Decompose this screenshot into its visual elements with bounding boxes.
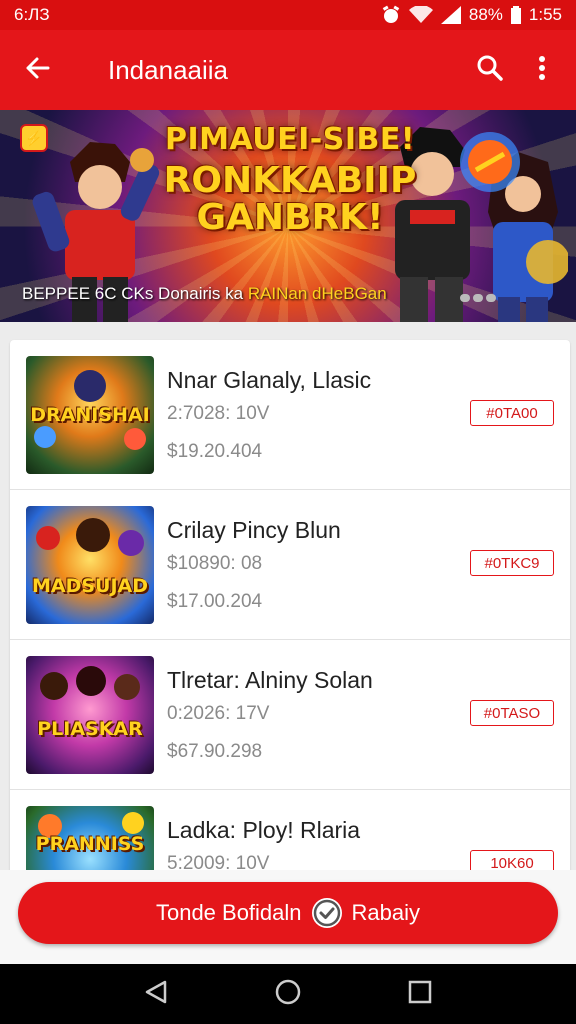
- banner-caption: BEPPEE 6C CKs Donairis ka RAINan dHeBGan: [22, 284, 387, 304]
- nav-recents-button[interactable]: [395, 969, 445, 1019]
- game-price: $17.00.204: [167, 591, 263, 612]
- list-item[interactable]: MADSUJAD Crilay Pincy Blun $10890: 08 $1…: [10, 490, 570, 640]
- game-tag-button[interactable]: #0TA00: [470, 400, 554, 426]
- nav-home-icon: [274, 978, 302, 1011]
- banner-shield: [460, 132, 520, 192]
- banner-headline-line3: GANBRK!: [196, 197, 384, 239]
- game-thumbnail: PLIASKAR: [26, 656, 154, 774]
- app-bar: Indanaaiia: [0, 30, 576, 110]
- list-item[interactable]: DRANISHAI Nnar Glanaly, Llasic 2:7028: 1…: [10, 340, 570, 490]
- game-name: Tlretar: Alniny Solan: [167, 667, 373, 693]
- game-tag-button[interactable]: #0TKC9: [470, 550, 554, 576]
- game-thumbnail-title: PRANNISS: [35, 832, 145, 855]
- game-thumbnail: MADSUJAD: [26, 506, 154, 624]
- search-icon: [476, 54, 504, 87]
- nav-back-button[interactable]: [131, 969, 181, 1019]
- signal-icon: [440, 6, 461, 24]
- banner-pager-dots: [460, 294, 496, 302]
- back-button[interactable]: [0, 30, 74, 110]
- system-nav-bar: [0, 964, 576, 1024]
- game-meta-line: $10890: 08: [167, 553, 263, 574]
- nav-back-icon: [143, 979, 169, 1010]
- game-name: Nnar Glanaly, Llasic: [167, 367, 372, 393]
- cta-label-left: Tonde Bofidaln: [155, 900, 302, 925]
- game-tag-button[interactable]: #0TASO: [470, 700, 554, 726]
- status-time-left: 6:ЛЗ: [14, 5, 50, 24]
- banner-headline: PIMAUEI-SIBE! RONKKABIIP GANBRK!: [150, 124, 430, 237]
- wifi-icon: [408, 6, 433, 24]
- game-price: $67.90.298: [167, 741, 263, 762]
- nav-home-button[interactable]: [263, 969, 313, 1019]
- game-name: Ladka: Ploy! Rlaria: [167, 817, 361, 843]
- cta-label-right: Rabaiy: [351, 900, 421, 925]
- check-circle-icon: [311, 898, 342, 928]
- more-vert-icon: [538, 55, 546, 86]
- game-thumbnail-title: DRANISHAI: [30, 404, 150, 426]
- list-item[interactable]: PRANNISS Ladka: Ploy! Rlaria 5:2009: 10V…: [10, 790, 570, 880]
- nav-recents-icon: [408, 980, 432, 1009]
- alarm-icon: [381, 5, 401, 25]
- banner-caption-highlight: RAINan dHeBGan: [247, 284, 387, 303]
- more-options-button[interactable]: [516, 30, 568, 110]
- promo-banner[interactable]: ⚡ PIMAUEI-SIBE! RONKKABIIP GANBRK! BEPPE…: [0, 110, 576, 322]
- game-meta-line: 0:2026: 17V: [167, 703, 270, 724]
- battery-percent: 88%: [468, 5, 503, 24]
- game-thumbnail-title: MADSUJAD: [31, 575, 149, 598]
- game-list: DRANISHAI Nnar Glanaly, Llasic 2:7028: 1…: [10, 340, 570, 880]
- game-thumbnail-title: PLIASKAR: [37, 718, 143, 741]
- game-name: Crilay Pincy Blun: [167, 517, 341, 543]
- search-button[interactable]: [464, 30, 516, 110]
- game-thumbnail: PRANNISS: [26, 806, 154, 880]
- app-title: Indanaaiia: [108, 54, 228, 85]
- back-arrow-icon: [24, 55, 50, 86]
- game-thumbnail: DRANISHAI: [26, 356, 154, 474]
- game-price: $19.20.404: [167, 441, 263, 462]
- battery-icon: [510, 6, 521, 24]
- banner-logo-badge: ⚡: [20, 124, 48, 152]
- primary-action-button[interactable]: Tonde Bofidaln Rabaiy: [18, 882, 558, 944]
- banner-headline-line2: RONKKABIIP: [163, 159, 417, 201]
- banner-headline-line1: PIMAUEI-SIBE!: [164, 122, 416, 157]
- status-time-right: 1:55: [528, 5, 562, 24]
- status-bar: 6:ЛЗ 88% 1:55: [0, 0, 576, 30]
- list-item[interactable]: PLIASKAR Tlretar: Alniny Solan 0:2026: 1…: [10, 640, 570, 790]
- game-meta-line: 2:7028: 10V: [167, 403, 270, 424]
- banner-caption-main: BEPPEE 6C CKs Donairis ka: [22, 284, 248, 303]
